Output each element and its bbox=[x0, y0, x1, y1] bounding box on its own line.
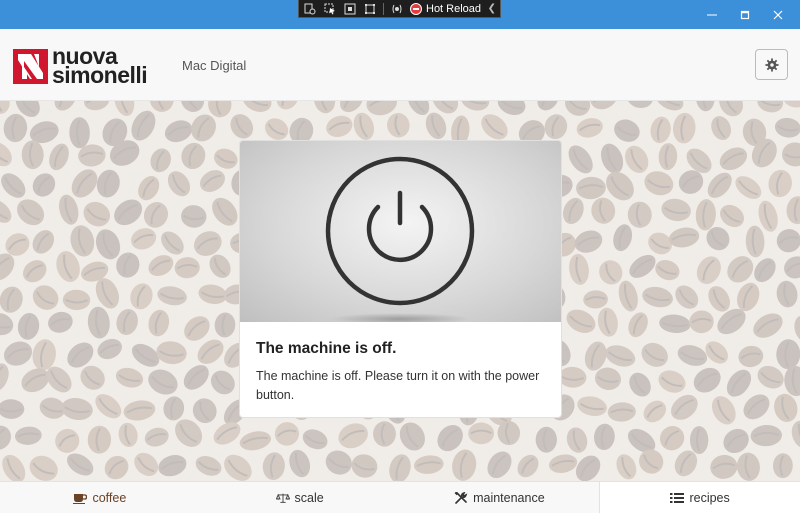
balance-scale-icon bbox=[275, 493, 290, 503]
gear-icon bbox=[764, 57, 779, 72]
nav-item-scale[interactable]: scale bbox=[200, 482, 400, 513]
nav-item-recipes[interactable]: recipes bbox=[599, 482, 800, 513]
minimize-icon bbox=[707, 14, 717, 15]
collapse-toolbar-icon[interactable]: ❮ bbox=[488, 3, 496, 14]
hot-reload-button[interactable]: Hot Reload bbox=[410, 2, 482, 15]
tools-icon bbox=[454, 491, 468, 504]
app-header: nuova simonelli Mac Digital bbox=[0, 29, 800, 101]
power-icon bbox=[325, 156, 475, 322]
bottom-navigation: coffee scale maintenance recipes bbox=[0, 481, 800, 513]
machine-status-card: The machine is off. The machine is off. … bbox=[239, 140, 562, 418]
nav-label-scale: scale bbox=[294, 490, 324, 505]
binding-failures-icon[interactable] bbox=[390, 2, 404, 16]
brand-logo-icon bbox=[13, 48, 48, 84]
select-element-icon[interactable] bbox=[323, 2, 337, 16]
hot-reload-icon bbox=[410, 2, 422, 15]
nav-label-coffee: coffee bbox=[92, 490, 127, 505]
settings-button[interactable] bbox=[755, 49, 788, 80]
power-image bbox=[240, 141, 561, 322]
card-text: The machine is off. Please turn it on wi… bbox=[256, 369, 540, 402]
display-layout-adorners-icon[interactable] bbox=[343, 2, 357, 16]
brand-name: nuova simonelli bbox=[52, 45, 148, 88]
coffee-cup-icon bbox=[73, 493, 88, 504]
card-title: The machine is off. bbox=[256, 340, 397, 357]
hot-reload-label: Hot Reload bbox=[426, 2, 482, 15]
brand-logo: nuova simonelli bbox=[13, 45, 148, 88]
close-button[interactable] bbox=[762, 0, 794, 29]
nav-label-maintenance: maintenance bbox=[473, 490, 545, 505]
maximize-button[interactable] bbox=[729, 0, 761, 29]
minimize-button[interactable] bbox=[696, 0, 728, 29]
nav-item-maintenance[interactable]: maintenance bbox=[400, 482, 600, 513]
brand-line-2: simonelli bbox=[52, 62, 148, 88]
live-visual-tree-icon[interactable] bbox=[303, 2, 317, 16]
window-titlebar: Hot Reload ❮ bbox=[0, 0, 800, 29]
close-icon bbox=[773, 10, 783, 19]
maximize-icon bbox=[740, 10, 750, 19]
toolbar-separator bbox=[383, 2, 384, 15]
list-icon bbox=[670, 492, 685, 503]
nav-label-recipes: recipes bbox=[689, 490, 730, 505]
debug-toolbar: Hot Reload ❮ bbox=[298, 0, 501, 18]
app-title: Mac Digital bbox=[182, 58, 247, 73]
track-focus-icon[interactable] bbox=[363, 2, 377, 16]
nav-item-coffee[interactable]: coffee bbox=[0, 482, 200, 513]
